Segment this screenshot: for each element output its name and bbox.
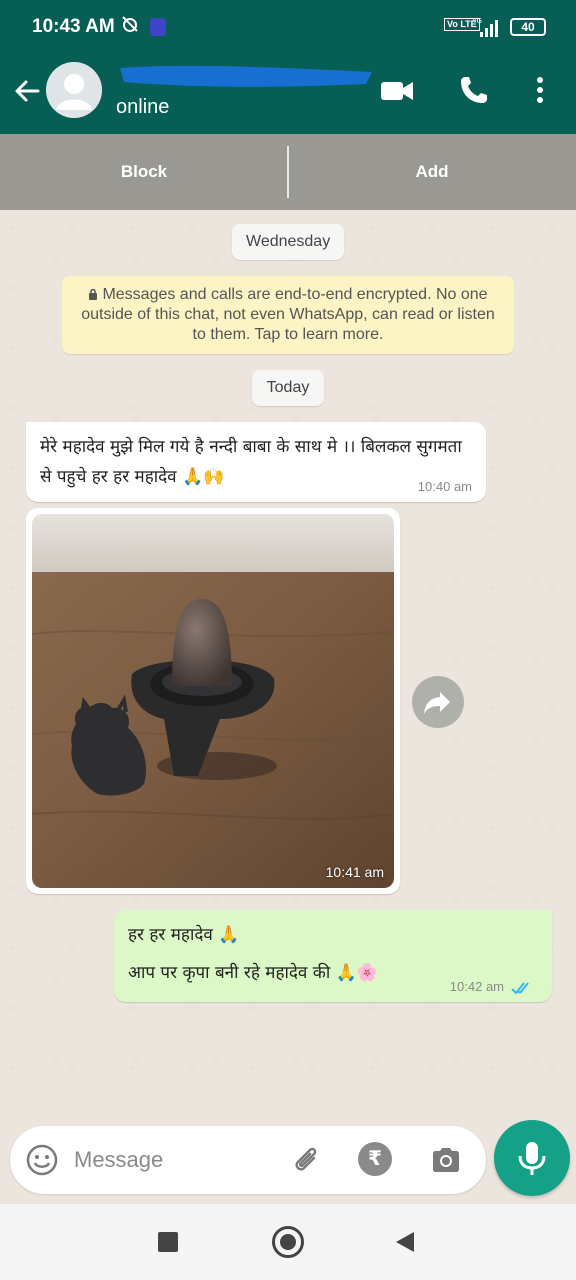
shivling-nandi-photo[interactable]	[32, 514, 394, 888]
date-chip: Today	[252, 370, 324, 406]
block-button[interactable]: Block	[0, 134, 288, 210]
message-input[interactable]	[74, 1140, 274, 1180]
chat-area[interactable]: Wednesday Messages and calls are end-to-…	[0, 210, 576, 1120]
message-text: मेरे महादेव मुझे मिल गये है नन्दी बाबा क…	[40, 437, 462, 487]
status-bar: 10:43 AM Vo LTE 4G 40	[0, 0, 576, 56]
contact-name-redacted[interactable]	[116, 62, 376, 90]
chat-header: online	[0, 56, 576, 134]
home-button[interactable]	[272, 1226, 304, 1258]
incoming-image-message[interactable]: 10:41 am	[26, 508, 400, 894]
avatar[interactable]	[46, 62, 102, 118]
status-time: 10:43 AM	[32, 16, 115, 37]
message-time: 10:40 am	[417, 479, 472, 494]
camera-icon	[433, 1148, 459, 1172]
camera-button[interactable]	[428, 1142, 464, 1178]
voice-call-button[interactable]	[456, 72, 492, 108]
message-time: 10:42 am	[449, 979, 504, 994]
message-text-line: आप पर कृपा बनी रहे महादेव की 🙏🌸	[128, 963, 378, 983]
signal-icon: 4G	[470, 16, 502, 43]
voice-message-button[interactable]	[494, 1120, 570, 1196]
payment-button[interactable]: ₹	[358, 1142, 392, 1176]
outgoing-message[interactable]: हर हर महादेव 🙏 आप पर कृपा बनी रहे महादेव…	[114, 910, 552, 1002]
app-notification-icon	[150, 18, 166, 36]
system-back-button[interactable]	[396, 1232, 414, 1252]
encryption-notice[interactable]: Messages and calls are end-to-end encryp…	[62, 276, 514, 354]
more-vert-icon	[537, 77, 543, 103]
contact-status: online	[116, 96, 170, 118]
alarm-off-icon	[120, 14, 140, 39]
microphone-icon	[518, 1142, 546, 1175]
home-icon	[280, 1234, 296, 1250]
default-avatar-icon	[46, 62, 102, 118]
forward-button[interactable]	[412, 676, 464, 728]
more-options-button[interactable]	[528, 72, 552, 108]
attach-button[interactable]	[288, 1142, 324, 1178]
back-button[interactable]	[10, 74, 44, 108]
message-text-line: हर हर महादेव 🙏	[128, 925, 240, 945]
system-navigation-bar	[0, 1204, 576, 1280]
emoji-icon	[26, 1144, 58, 1176]
paperclip-icon	[295, 1147, 317, 1171]
video-call-icon	[381, 82, 413, 100]
phone-icon	[461, 77, 487, 103]
battery-icon: 40	[510, 18, 546, 36]
incoming-message[interactable]: मेरे महादेव मुझे मिल गये है नन्दी बाबा क…	[26, 422, 486, 502]
recents-button[interactable]	[158, 1232, 178, 1252]
forward-icon	[424, 692, 450, 714]
encryption-notice-text: Messages and calls are end-to-end encryp…	[81, 286, 495, 343]
unknown-contact-actions: Block Add	[0, 134, 576, 210]
emoji-button[interactable]	[24, 1142, 60, 1178]
add-contact-button[interactable]: Add	[288, 134, 576, 210]
lock-icon	[89, 288, 98, 300]
date-chip: Wednesday	[232, 224, 344, 260]
network-type: 4G	[472, 17, 482, 25]
video-call-button[interactable]	[378, 74, 418, 108]
message-time: 10:41 am	[325, 864, 384, 880]
arrow-left-icon	[15, 80, 40, 102]
read-ticks-icon	[511, 982, 529, 995]
message-composer: ₹	[10, 1126, 486, 1194]
